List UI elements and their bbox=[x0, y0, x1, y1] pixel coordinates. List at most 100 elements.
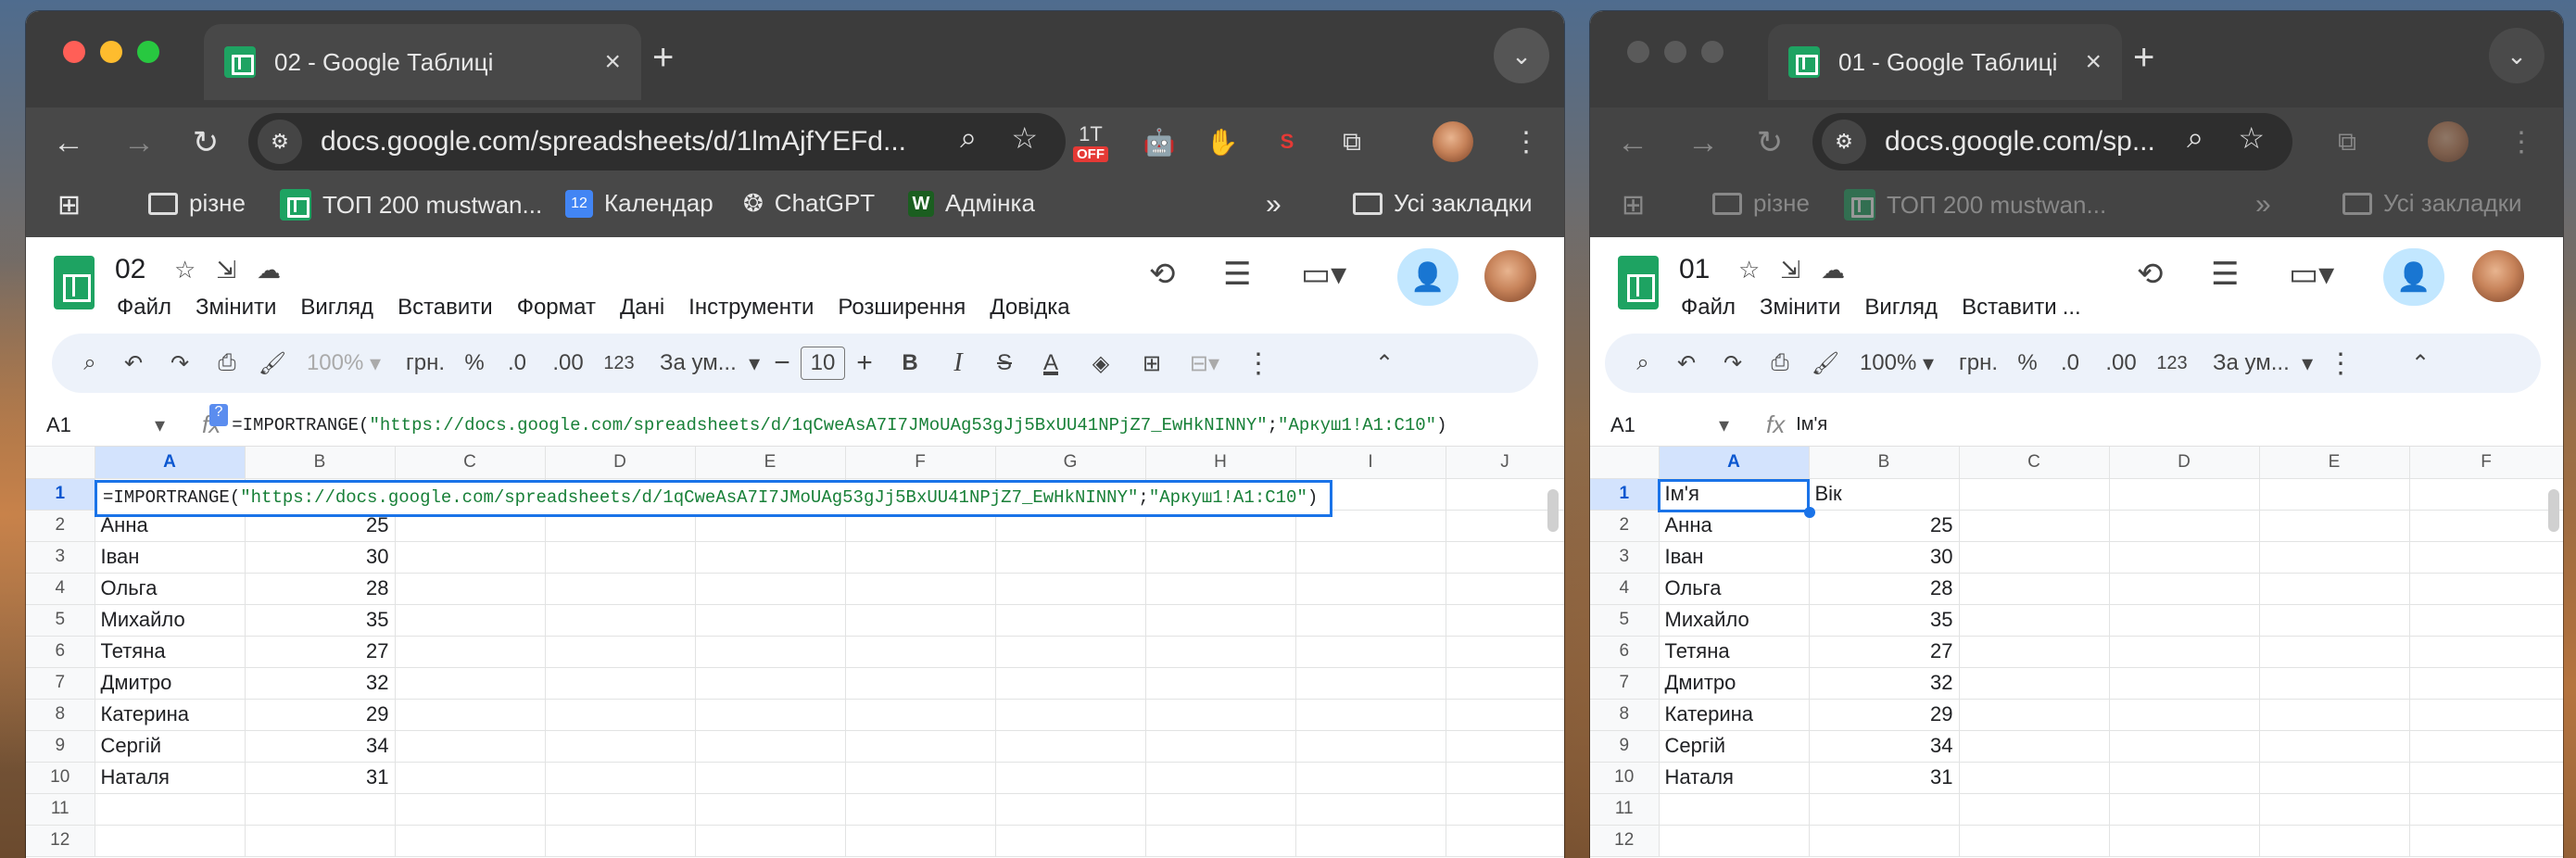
cell[interactable] bbox=[1959, 478, 2110, 511]
cell[interactable] bbox=[1145, 793, 1296, 826]
row-header[interactable]: 5 bbox=[1590, 604, 1660, 637]
cell[interactable] bbox=[245, 793, 396, 826]
move-folder-icon[interactable]: ⇲ bbox=[216, 256, 236, 284]
menu-tools[interactable]: Інструменти bbox=[688, 295, 814, 321]
close-tab-icon[interactable]: × bbox=[2085, 46, 2102, 78]
cell[interactable] bbox=[2409, 667, 2563, 700]
cell[interactable] bbox=[2409, 793, 2563, 826]
cell[interactable] bbox=[1295, 793, 1446, 826]
increase-decimal-button[interactable]: .00 bbox=[541, 350, 595, 376]
address-bar[interactable]: ⚙ docs.google.com/sp... ⌕ ☆ bbox=[1812, 113, 2292, 170]
borders-icon[interactable]: ⊞ bbox=[1129, 350, 1175, 377]
cell[interactable] bbox=[1446, 699, 1564, 731]
cell[interactable]: Михайло bbox=[95, 604, 246, 637]
cell[interactable]: Анна bbox=[1659, 510, 1810, 542]
bookmark-folder-rizne[interactable]: різне bbox=[1712, 189, 1810, 218]
cell[interactable] bbox=[2409, 825, 2563, 857]
more-tools-icon[interactable]: ⋮ bbox=[1234, 347, 1282, 380]
row-header[interactable]: 2 bbox=[1590, 510, 1660, 542]
currency-format-button[interactable]: грн. bbox=[1948, 350, 2009, 376]
cell[interactable] bbox=[2409, 510, 2563, 542]
cell[interactable] bbox=[395, 825, 546, 857]
column-header[interactable]: F bbox=[845, 447, 996, 479]
row-header[interactable]: 10 bbox=[1590, 762, 1660, 794]
cell[interactable] bbox=[1145, 825, 1296, 857]
cell[interactable] bbox=[1959, 825, 2110, 857]
cell[interactable] bbox=[395, 699, 546, 731]
cell[interactable] bbox=[2109, 667, 2260, 700]
cell[interactable] bbox=[1145, 667, 1296, 700]
row-header[interactable]: 3 bbox=[26, 541, 95, 574]
cell[interactable] bbox=[845, 667, 996, 700]
version-history-icon[interactable]: ⟲ bbox=[2137, 256, 2164, 293]
menu-edit[interactable]: Змінити bbox=[196, 295, 276, 321]
tab-search-chevron-icon[interactable]: ⌄ bbox=[2489, 28, 2544, 83]
cell[interactable] bbox=[395, 604, 546, 637]
cell[interactable]: Сергій bbox=[1659, 730, 1810, 763]
cell[interactable] bbox=[1446, 825, 1564, 857]
move-folder-icon[interactable]: ⇲ bbox=[1780, 256, 1800, 284]
apps-grid-icon[interactable]: ⊞ bbox=[57, 189, 81, 221]
cell[interactable] bbox=[1145, 730, 1296, 763]
meet-video-icon[interactable]: ▭▾ bbox=[2289, 256, 2334, 293]
bookmark-folder-rizne[interactable]: різне bbox=[148, 189, 246, 218]
cell[interactable] bbox=[545, 825, 696, 857]
cell[interactable] bbox=[695, 793, 846, 826]
column-header[interactable]: G bbox=[995, 447, 1146, 479]
cell[interactable] bbox=[395, 667, 546, 700]
cell[interactable] bbox=[395, 541, 546, 574]
row-header[interactable]: 1 bbox=[1590, 478, 1660, 511]
cell[interactable] bbox=[1446, 604, 1564, 637]
italic-icon[interactable]: I bbox=[936, 348, 980, 378]
cell[interactable]: Ольга bbox=[95, 573, 246, 605]
cell-editor-a1[interactable]: =IMPORTRANGE("https://docs.google.com/sp… bbox=[95, 480, 1332, 517]
cell[interactable] bbox=[2409, 541, 2563, 574]
row-header[interactable]: 4 bbox=[26, 573, 95, 605]
cell[interactable] bbox=[1295, 825, 1446, 857]
cell[interactable] bbox=[2109, 478, 2260, 511]
cell[interactable]: 28 bbox=[1809, 573, 1960, 605]
cell[interactable] bbox=[1959, 604, 2110, 637]
cell[interactable] bbox=[995, 636, 1146, 668]
cell[interactable]: Вік bbox=[1809, 478, 1960, 511]
cell[interactable] bbox=[1295, 604, 1446, 637]
sheets-logo-icon[interactable] bbox=[54, 256, 95, 309]
cell[interactable] bbox=[845, 604, 996, 637]
account-avatar[interactable] bbox=[1484, 250, 1536, 302]
tab-active[interactable]: 02 - Google Таблиці × bbox=[204, 24, 641, 100]
more-bookmarks-icon[interactable]: » bbox=[1266, 189, 1282, 221]
cell[interactable] bbox=[95, 793, 246, 826]
row-header[interactable]: 8 bbox=[26, 699, 95, 731]
menu-extensions[interactable]: Розширення bbox=[838, 295, 966, 321]
cell[interactable] bbox=[1809, 793, 1960, 826]
cell[interactable] bbox=[245, 825, 396, 857]
more-formats-button[interactable]: 123 bbox=[595, 353, 643, 374]
zoom-select[interactable]: 100% ▾ bbox=[1846, 350, 1948, 377]
star-icon[interactable]: ☆ bbox=[1738, 256, 1760, 284]
profile-avatar[interactable] bbox=[2428, 121, 2469, 162]
cell[interactable] bbox=[2409, 604, 2563, 637]
cell[interactable] bbox=[1659, 825, 1810, 857]
cell[interactable] bbox=[845, 573, 996, 605]
all-bookmarks-folder[interactable]: Усі закладки bbox=[1353, 189, 1533, 218]
cell[interactable] bbox=[1446, 541, 1564, 574]
cell[interactable]: 32 bbox=[245, 667, 396, 700]
cell[interactable] bbox=[1959, 510, 2110, 542]
row-header[interactable]: 6 bbox=[26, 636, 95, 668]
close-window-button[interactable] bbox=[63, 41, 85, 63]
percent-format-button[interactable]: % bbox=[2009, 350, 2046, 376]
cell[interactable]: 30 bbox=[1809, 541, 1960, 574]
cell[interactable] bbox=[2109, 541, 2260, 574]
column-header[interactable]: F bbox=[2409, 447, 2563, 479]
percent-format-button[interactable]: % bbox=[456, 350, 493, 376]
text-color-icon[interactable]: A bbox=[1029, 350, 1073, 376]
vertical-scrollbar[interactable] bbox=[2548, 489, 2559, 532]
row-header[interactable]: 5 bbox=[26, 604, 95, 637]
zoom-select[interactable]: 100% ▾ bbox=[293, 350, 395, 377]
cell[interactable] bbox=[1959, 667, 2110, 700]
decrease-decimal-button[interactable]: .0 bbox=[493, 350, 541, 376]
cell[interactable] bbox=[695, 573, 846, 605]
row-header[interactable]: 9 bbox=[26, 730, 95, 763]
formula-help-icon[interactable]: ? bbox=[209, 404, 228, 426]
cell[interactable] bbox=[1809, 825, 1960, 857]
